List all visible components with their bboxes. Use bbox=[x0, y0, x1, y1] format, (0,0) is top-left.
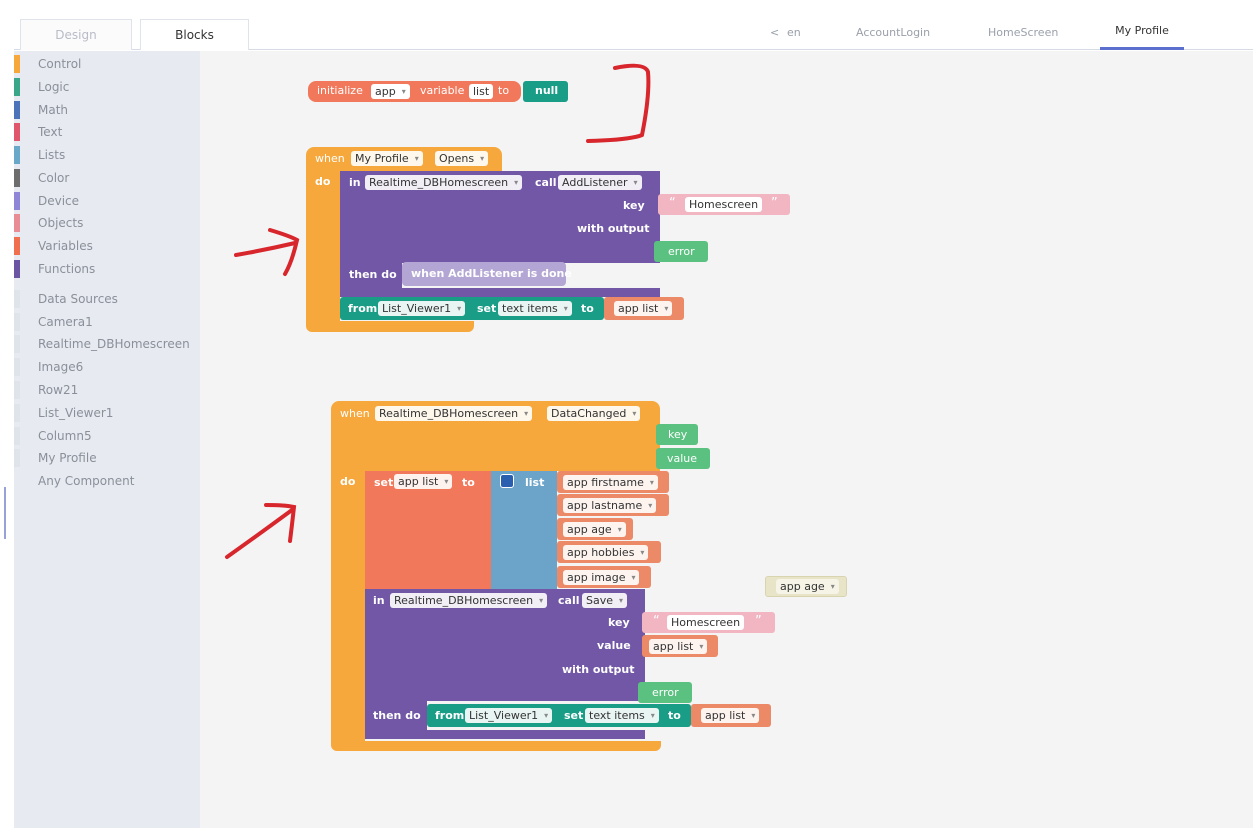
red-annotations bbox=[225, 63, 651, 559]
arrowhead-annotation-1 bbox=[268, 228, 300, 276]
arrow-annotation-1 bbox=[234, 241, 297, 257]
bracket-annotation bbox=[586, 63, 651, 143]
arrow-annotation-2 bbox=[225, 508, 294, 559]
